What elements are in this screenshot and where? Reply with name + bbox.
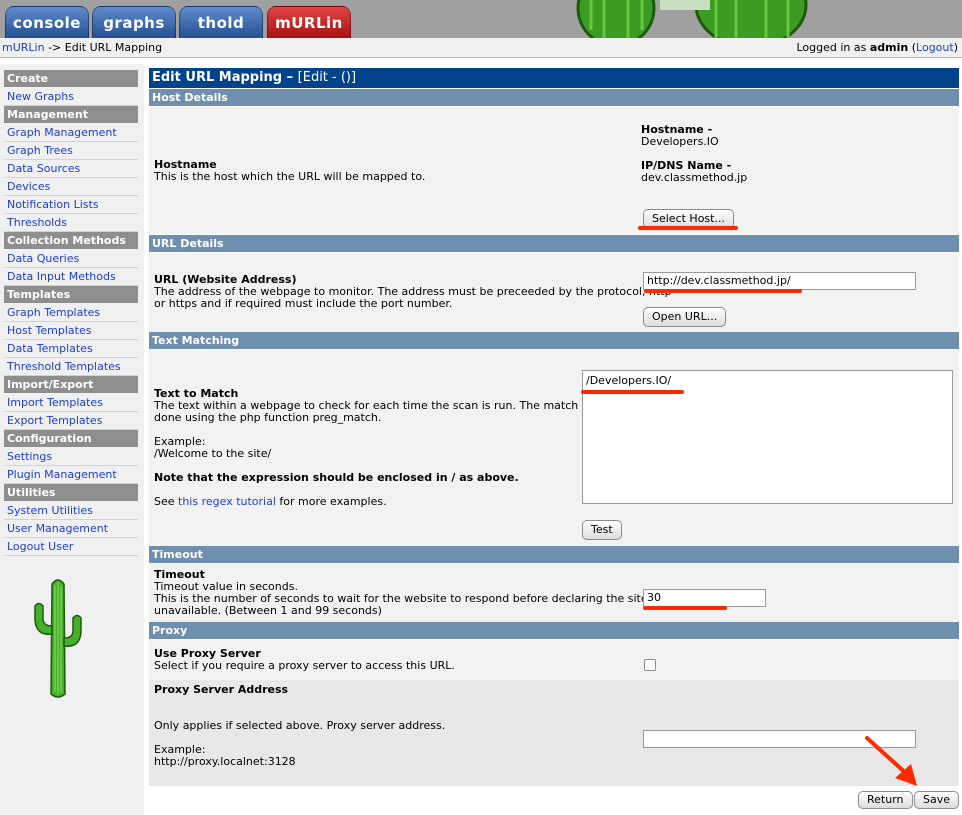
sidebar-item-new-graphs[interactable]: New Graphs <box>4 88 138 106</box>
see-prefix: See <box>154 495 179 508</box>
sidebar-item-graph-trees[interactable]: Graph Trees <box>4 142 138 160</box>
sidebar-item-data-sources[interactable]: Data Sources <box>4 160 138 178</box>
annotation-underline <box>643 606 727 610</box>
page-title: Edit URL Mapping – [Edit - ()] <box>149 68 959 88</box>
top-tab-bar: console graphs thold mURLin <box>0 0 962 38</box>
timeout-row: Timeout Timeout value in seconds. This i… <box>149 564 959 622</box>
sidebar: Create New Graphs Management Graph Manageme… <box>0 64 144 815</box>
tab-graphs[interactable]: graphs <box>92 6 176 38</box>
logout-link[interactable]: Logout <box>916 41 954 54</box>
host-row: Hostname This is the host which the URL … <box>149 107 959 234</box>
sidebar-item-user-management[interactable]: User Management <box>4 520 138 538</box>
annotation-underline <box>644 289 802 293</box>
cactus-mascot-icon <box>34 579 82 698</box>
sidebar-menu: Create New Graphs Management Graph Manageme… <box>4 70 138 556</box>
sidebar-item-data-templates[interactable]: Data Templates <box>4 340 138 358</box>
sidebar-item-export-templates[interactable]: Export Templates <box>4 412 138 430</box>
use-proxy-checkbox[interactable] <box>644 659 656 671</box>
return-button[interactable]: Return <box>858 791 913 809</box>
sidebar-item-settings[interactable]: Settings <box>4 448 138 466</box>
proxy-address-row: Proxy Server Address Only applies if sel… <box>149 680 959 786</box>
login-username: admin <box>869 41 909 54</box>
breadcrumb-root-link[interactable]: mURLin <box>2 41 45 54</box>
open-url-button[interactable]: Open URL... <box>643 307 727 327</box>
proxy-use-row: Use Proxy Server Select if you require a… <box>149 640 959 680</box>
sidebar-item-devices[interactable]: Devices <box>4 178 138 196</box>
logout-open: ( <box>908 41 917 54</box>
annotation-underline <box>581 390 684 394</box>
url-input[interactable]: http://dev.classmethod.jp/ <box>643 272 916 290</box>
regex-tutorial-link[interactable]: this regex tutorial <box>178 495 276 508</box>
sidebar-item-plugin-management[interactable]: Plugin Management <box>4 466 138 484</box>
sidebar-item-thresholds[interactable]: Thresholds <box>4 214 138 232</box>
sidebar-item-graph-templates[interactable]: Graph Templates <box>4 304 138 322</box>
sidebar-section-header: Create <box>4 70 138 87</box>
form-actions: Return Save <box>149 786 960 814</box>
timeout-input[interactable]: 30 <box>643 589 766 607</box>
sidebar-section-header: Management <box>4 106 138 123</box>
annotation-arrow-icon <box>865 736 917 786</box>
tab-murlin[interactable]: mURLin <box>267 6 351 38</box>
test-button[interactable]: Test <box>582 520 622 540</box>
login-prefix: Logged in as <box>796 41 870 54</box>
sidebar-section-header: Utilities <box>4 484 138 501</box>
section-text-matching: Text Matching <box>149 332 959 349</box>
sidebar-item-graph-management[interactable]: Graph Management <box>4 124 138 142</box>
hostname-desc: This is the host which the URL will be m… <box>154 170 426 183</box>
section-host-details: Host Details <box>149 89 959 106</box>
section-timeout: Timeout <box>149 546 959 563</box>
page-title-suffix: [Edit - ()] <box>297 70 357 85</box>
annotation-underline <box>638 226 738 230</box>
edit-url-mapping-form: Edit URL Mapping – [Edit - ()] Host Deta… <box>149 68 960 814</box>
breadcrumb-separator: -> <box>44 41 65 54</box>
section-proxy: Proxy <box>149 622 959 639</box>
sidebar-item-system-utilities[interactable]: System Utilities <box>4 502 138 520</box>
sidebar-item-import-templates[interactable]: Import Templates <box>4 394 138 412</box>
sidebar-item-data-queries[interactable]: Data Queries <box>4 250 138 268</box>
tab-thold[interactable]: thold <box>179 6 263 38</box>
breadcrumb-current: Edit URL Mapping <box>64 41 163 54</box>
host-ip-value: dev.classmethod.jp <box>641 171 748 184</box>
sidebar-section-header: Templates <box>4 286 138 303</box>
text-match-row: Text to Match The text within a webpage … <box>149 350 959 546</box>
sidebar-item-data-input-methods[interactable]: Data Input Methods <box>4 268 138 286</box>
text-match-see: See this regex tutorial for more example… <box>154 496 387 508</box>
text-match-note: Note that the expression should be enclo… <box>154 471 519 484</box>
url-row: URL (Website Address) The address of the… <box>149 253 959 340</box>
sidebar-section-header: Import/Export <box>4 376 138 393</box>
proxy-use-desc: Select if you require a proxy server to … <box>154 659 455 672</box>
proxy-address-label: Proxy Server Address <box>154 683 289 696</box>
save-button[interactable]: Save <box>914 791 960 809</box>
sidebar-section-header: Collection Methods <box>4 232 138 249</box>
page-title-text: Edit URL Mapping – <box>152 70 294 85</box>
breadcrumb: mURLin -> Edit URL Mapping <box>2 39 162 56</box>
text-match-desc-2: done using the php function preg_match. <box>154 411 382 424</box>
sidebar-item-host-templates[interactable]: Host Templates <box>4 322 138 340</box>
proxy-address-desc: Only applies if selected above. Proxy se… <box>154 719 446 732</box>
see-suffix: for more examples. <box>275 495 387 508</box>
cactus-logo-icon <box>576 0 826 38</box>
host-hostname-value: Developers.IO <box>641 135 719 148</box>
logout-close: ) <box>953 41 958 54</box>
text-match-example-value: /Welcome to the site/ <box>154 447 272 460</box>
proxy-example-value: http://proxy.localnet:3128 <box>154 755 296 768</box>
section-url-details: URL Details <box>149 235 959 252</box>
url-desc-2: or https and if required must include th… <box>154 297 453 310</box>
sidebar-item-threshold-templates[interactable]: Threshold Templates <box>4 358 138 376</box>
timeout-desc-3: unavailable. (Between 1 and 99 seconds) <box>154 604 382 617</box>
login-status: Logged in as admin (Logout) <box>796 39 958 56</box>
tab-console[interactable]: console <box>5 6 89 38</box>
sidebar-item-notification-lists[interactable]: Notification Lists <box>4 196 138 214</box>
breadcrumb-bar: mURLin -> Edit URL Mapping Logged in as … <box>0 38 962 58</box>
sidebar-item-logout-user[interactable]: Logout User <box>4 538 138 556</box>
sidebar-section-header: Configuration <box>4 430 138 447</box>
